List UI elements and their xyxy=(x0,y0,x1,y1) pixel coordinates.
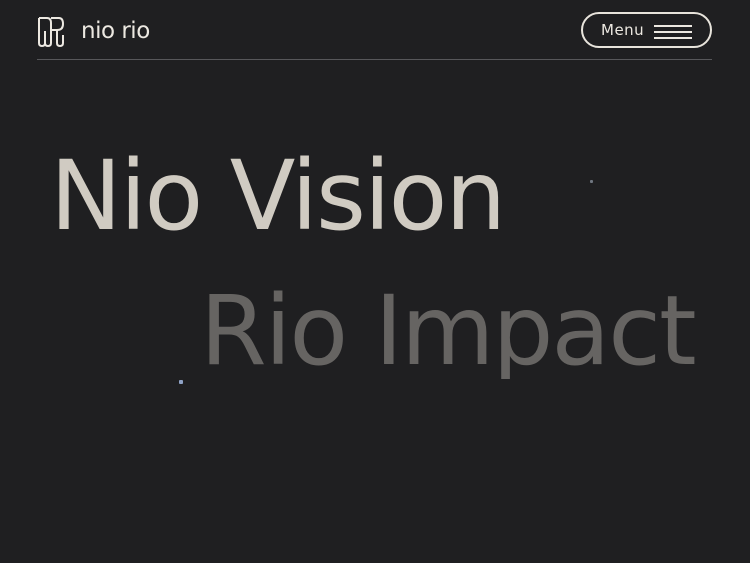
hero-headline-secondary: Rio Impact xyxy=(200,283,697,379)
hamburger-icon xyxy=(654,25,692,39)
menu-button[interactable]: Menu xyxy=(581,12,712,48)
header-divider xyxy=(37,59,712,60)
hero-headline-primary: Nio Vision xyxy=(50,140,506,252)
brand-logo-link[interactable]: nio rio xyxy=(37,14,167,48)
brand-name: nio rio xyxy=(81,17,150,44)
site-header: nio rio Menu xyxy=(37,12,712,60)
nio-rio-logo-icon xyxy=(38,17,65,47)
sparkle-dot xyxy=(179,380,183,384)
sparkle-dot xyxy=(590,180,593,183)
menu-label: Menu xyxy=(601,21,645,39)
